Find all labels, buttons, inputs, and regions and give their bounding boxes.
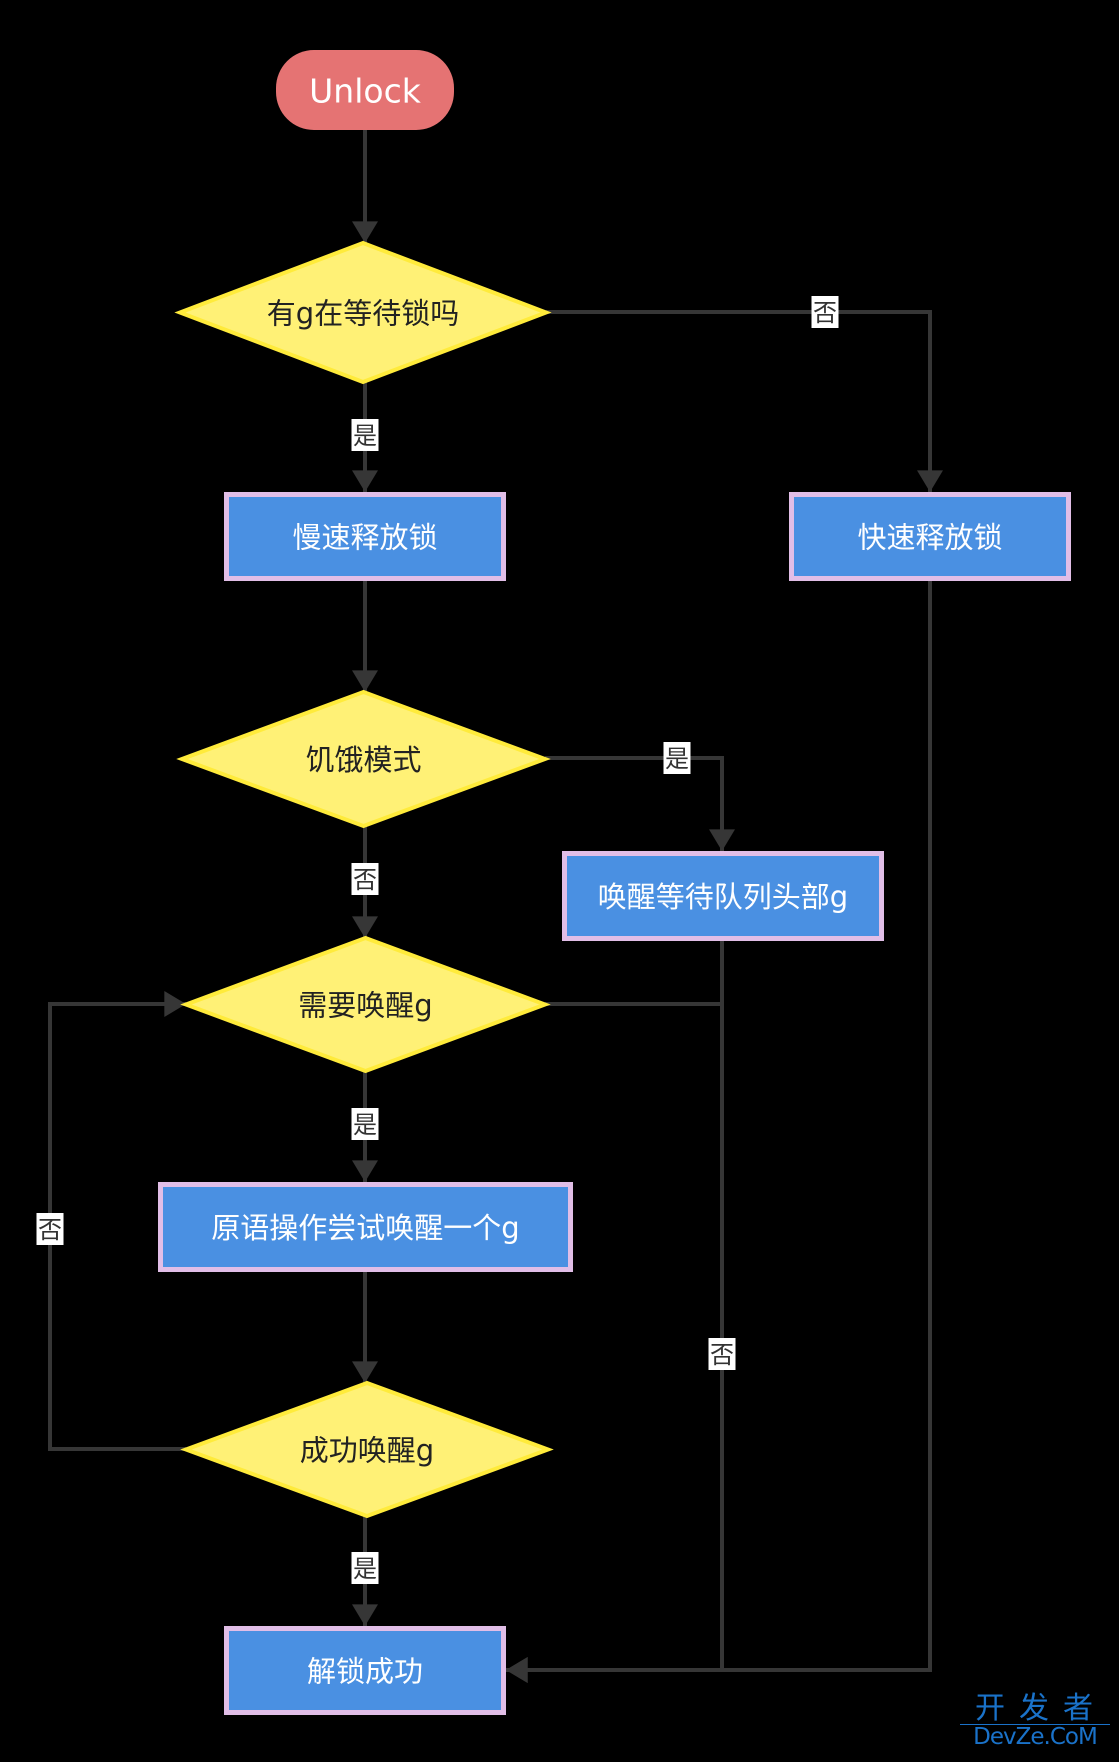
edge-label-text: 否 bbox=[38, 1216, 62, 1244]
edge-label: 否 bbox=[708, 1338, 736, 1370]
node-label: 有g在等待锁吗 bbox=[267, 297, 459, 331]
node-label: 成功唤醒g bbox=[300, 1434, 434, 1468]
edge-label-text: 否 bbox=[710, 1341, 734, 1369]
node-fast-release[interactable]: 快速释放锁 bbox=[789, 492, 1071, 581]
watermark-line2: DevZe.CoM bbox=[973, 1724, 1098, 1750]
edge-label-text: 是 bbox=[353, 1111, 377, 1139]
edge-label-text: 是 bbox=[353, 422, 377, 450]
edge-label-text: 否 bbox=[353, 866, 377, 894]
node-wake-success[interactable]: 成功唤醒g bbox=[180, 1380, 554, 1519]
edge-label: 是 bbox=[351, 1108, 379, 1140]
node-need-wake-g[interactable]: 需要唤醒g bbox=[180, 935, 551, 1074]
node-label: 解锁成功 bbox=[307, 1655, 423, 1689]
node-starvation-mode[interactable]: 饥饿模式 bbox=[176, 689, 551, 829]
edge-label-text: 是 bbox=[665, 745, 689, 773]
flowchart-canvas: Unlock 有g在等待锁吗慢速释放锁 快速释放锁饥饿模式唤醒等待队列头部g 需要唤醒… bbox=[36, 50, 1071, 1715]
node-label: Unlock bbox=[309, 72, 422, 111]
edge-label-text: 是 bbox=[353, 1555, 377, 1583]
edge-label: 否 bbox=[351, 863, 379, 895]
node-label: 饥饿模式 bbox=[305, 743, 421, 777]
edge-has-waiting-g-to-fast-release bbox=[546, 310, 943, 493]
watermark-line1: 开发者 bbox=[960, 1694, 1110, 1725]
node-unlock-success[interactable]: 解锁成功 bbox=[224, 1626, 506, 1715]
edge-label: 否 bbox=[811, 296, 839, 328]
edge-fast-release-to-unlock-success bbox=[506, 581, 932, 1683]
node-label: 慢速释放锁 bbox=[292, 521, 437, 555]
edge-label: 是 bbox=[351, 419, 379, 451]
edge-label: 是 bbox=[351, 1552, 379, 1584]
node-wake-queue-head[interactable]: 唤醒等待队列头部g bbox=[562, 851, 884, 941]
edge-starvation-mode-to-wake-queue-head bbox=[545, 756, 735, 851]
node-label: 快速释放锁 bbox=[857, 521, 1002, 555]
node-label: 需要唤醒g bbox=[298, 989, 432, 1023]
node-label: 唤醒等待队列头部g bbox=[598, 880, 848, 914]
edge-label: 是 bbox=[663, 742, 691, 774]
node-unlock[interactable]: Unlock bbox=[276, 50, 454, 130]
node-slow-release[interactable]: 慢速释放锁 bbox=[224, 492, 506, 581]
edge-label-text: 否 bbox=[813, 299, 837, 327]
edge-label: 否 bbox=[36, 1213, 64, 1245]
node-label: 原语操作尝试唤醒一个g bbox=[211, 1211, 519, 1245]
edge-need-wake-g-to-unlock-success bbox=[506, 1002, 724, 1672]
watermark-logo: 开发者 DevZe.CoM bbox=[960, 1694, 1110, 1749]
edge-wake-queue-head-to-unlock-success bbox=[506, 941, 724, 1683]
node-has-waiting-g[interactable]: 有g在等待锁吗 bbox=[174, 240, 552, 385]
nodes-layer: Unlock 有g在等待锁吗慢速释放锁 快速释放锁饥饿模式唤醒等待队列头部g 需要唤醒… bbox=[158, 50, 1071, 1715]
node-atomic-try-wake[interactable]: 原语操作尝试唤醒一个g bbox=[158, 1182, 573, 1272]
